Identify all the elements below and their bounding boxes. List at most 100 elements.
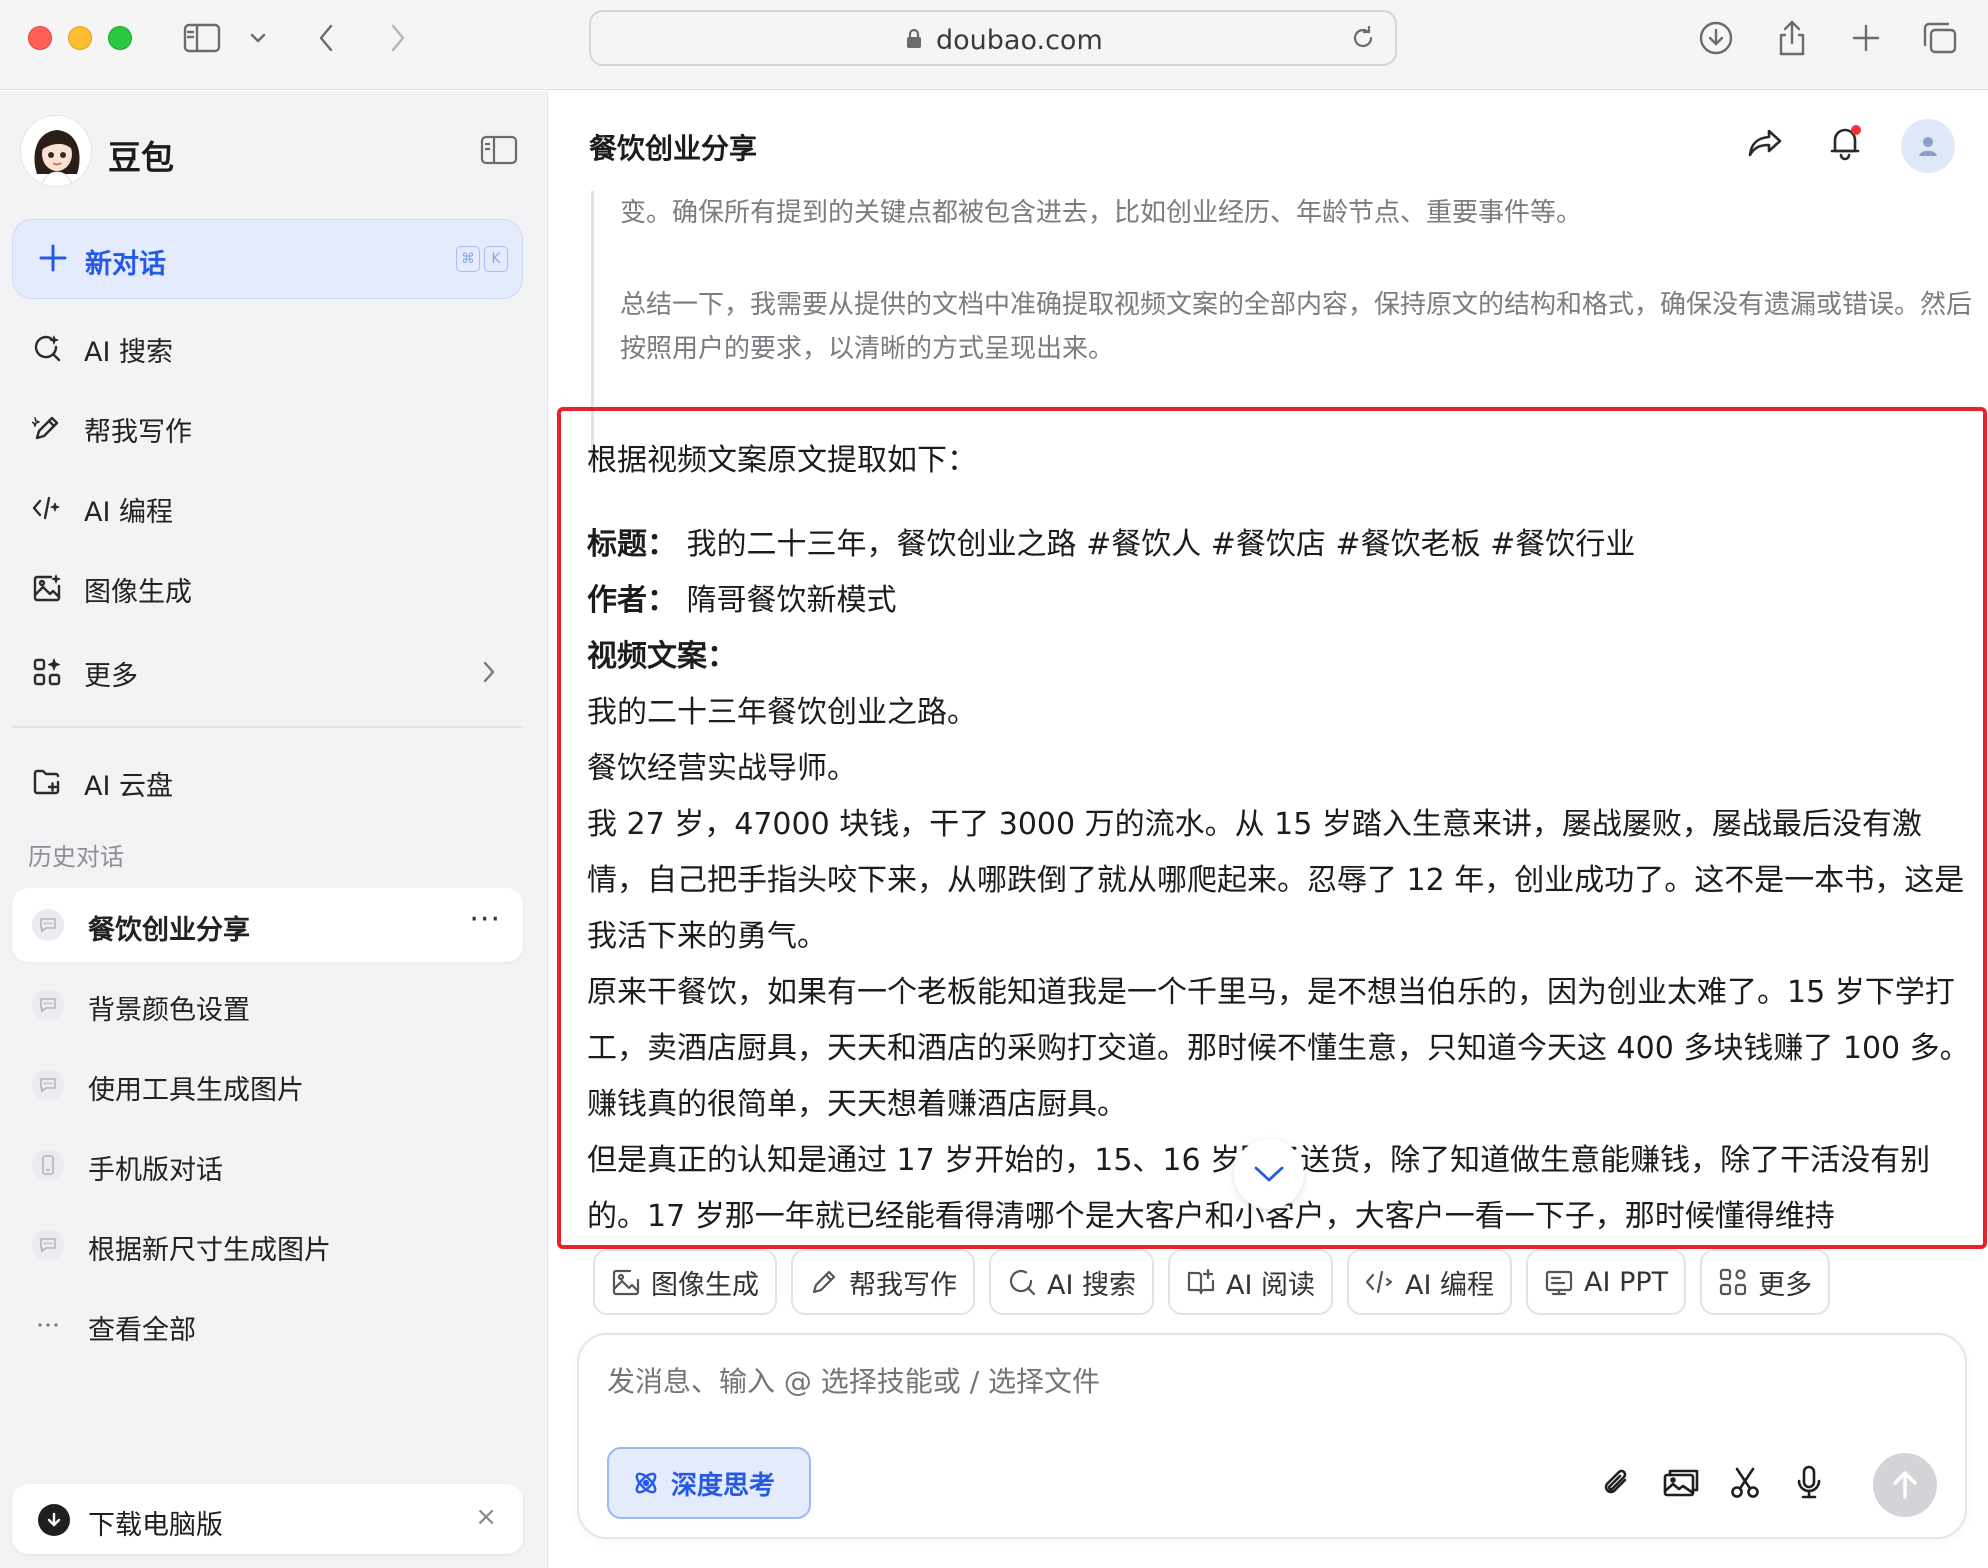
sidebar-item-cloud[interactable]: AI 云盘 xyxy=(12,749,523,813)
sidebar-item-label: 更多 xyxy=(84,661,138,692)
send-button[interactable] xyxy=(1873,1453,1937,1517)
chevron-down-icon[interactable] xyxy=(238,18,278,58)
sidebar-item-writing[interactable]: 帮我写作 xyxy=(12,395,523,459)
close-window-button[interactable] xyxy=(28,26,52,50)
code-icon xyxy=(1365,1270,1393,1294)
deep-think-toggle[interactable]: 深度思考 xyxy=(607,1447,811,1519)
message-input[interactable] xyxy=(607,1365,1807,1398)
search-sparkle-icon xyxy=(1009,1269,1036,1296)
chat-bubble-icon xyxy=(32,909,64,941)
reload-icon[interactable] xyxy=(1349,24,1377,56)
sidebar-item-coding[interactable]: AI 编程 xyxy=(12,475,523,539)
share-conversation-icon[interactable] xyxy=(1743,121,1787,165)
bell-icon[interactable] xyxy=(1823,121,1867,165)
grid-icon xyxy=(1720,1268,1747,1296)
sidebar-item-ai-search[interactable]: AI 搜索 xyxy=(12,315,523,379)
chip-ai-ppt[interactable]: AI PPT xyxy=(1526,1249,1687,1315)
deep-think-label: 深度思考 xyxy=(671,1470,776,1501)
chip-label: 帮我写作 xyxy=(849,1269,957,1301)
minimize-window-button[interactable] xyxy=(68,26,92,50)
url-text: doubao.com xyxy=(936,25,1103,56)
chip-label: AI 阅读 xyxy=(1226,1269,1316,1301)
scroll-to-bottom-button[interactable] xyxy=(1234,1139,1304,1209)
more-options-icon[interactable]: ··· xyxy=(469,902,501,937)
chip-writing[interactable]: 帮我写作 xyxy=(791,1249,975,1315)
answer-block-highlighted: 根据视频文案原文提取如下： 标题： 我的二十三年，餐饮创业之路 #餐饮人 #餐饮… xyxy=(557,407,1987,1249)
download-icon[interactable] xyxy=(1696,18,1736,58)
chip-label: AI 编程 xyxy=(1405,1269,1495,1301)
forward-button[interactable] xyxy=(378,18,418,58)
history-item[interactable]: 根据新尺寸生成图片 xyxy=(12,1208,523,1282)
view-all-history[interactable]: 查看全部 xyxy=(12,1288,523,1362)
atom-icon xyxy=(635,1472,657,1494)
share-icon[interactable] xyxy=(1772,18,1812,58)
brand-name: 豆包 xyxy=(108,138,174,177)
chip-more[interactable]: 更多 xyxy=(1700,1249,1831,1315)
paperclip-icon[interactable] xyxy=(1593,1459,1641,1507)
microphone-icon[interactable] xyxy=(1785,1459,1833,1507)
chip-ai-reading[interactable]: AI 阅读 xyxy=(1168,1249,1334,1315)
scissors-icon[interactable] xyxy=(1721,1459,1769,1507)
sidebar-divider xyxy=(12,726,523,728)
sidebar-item-label: 帮我写作 xyxy=(84,417,192,448)
author-value: 隋哥餐饮新模式 xyxy=(686,583,897,618)
answer-intro: 根据视频文案原文提取如下： xyxy=(587,443,977,478)
sidebar-toggle-icon[interactable] xyxy=(182,18,222,58)
history-item-label: 餐饮创业分享 xyxy=(88,915,250,946)
new-chat-button[interactable]: 新对话 ⌘ K xyxy=(12,219,523,299)
sidebar-item-label: AI 搜索 xyxy=(84,337,174,368)
chat-bubble-icon xyxy=(32,989,64,1021)
close-icon[interactable]: × xyxy=(475,1502,497,1532)
user-avatar[interactable] xyxy=(1901,119,1955,173)
chip-label: 图像生成 xyxy=(651,1269,759,1301)
sidebar-item-image-gen[interactable]: 图像生成 xyxy=(12,555,523,619)
shortcut-key-cmd: ⌘ xyxy=(456,246,480,272)
history-item[interactable]: 使用工具生成图片 xyxy=(12,1048,523,1122)
grid-icon xyxy=(32,657,62,691)
sidebar-item-more[interactable]: 更多 xyxy=(12,639,523,703)
history-item-label: 背景颜色设置 xyxy=(88,995,250,1026)
sidebar-item-label: AI 编程 xyxy=(84,497,174,528)
notification-dot xyxy=(1851,125,1861,135)
chat-bubble-icon xyxy=(32,1229,64,1261)
conversation-title: 餐饮创业分享 xyxy=(589,132,758,165)
script-key: 视频文案： xyxy=(587,639,737,674)
image-icon xyxy=(32,573,62,607)
collapse-sidebar-icon[interactable] xyxy=(480,135,518,169)
history-item[interactable]: 背景颜色设置 xyxy=(12,968,523,1042)
script-line: 餐饮经营实战导师。 xyxy=(587,751,857,786)
chip-ai-coding[interactable]: AI 编程 xyxy=(1347,1249,1513,1315)
script-line: 我的二十三年餐饮创业之路。 xyxy=(587,695,977,730)
script-paragraph: 原来干餐饮，如果有一个老板能知道我是一个千里马，是不想当伯乐的，因为创业太难了。… xyxy=(587,975,1970,1122)
image-upload-icon[interactable] xyxy=(1657,1459,1705,1507)
history-item-label: 查看全部 xyxy=(88,1315,196,1346)
history-item[interactable]: 手机版对话 xyxy=(12,1128,523,1202)
slides-icon xyxy=(1545,1270,1573,1296)
chevron-right-icon xyxy=(481,659,497,689)
search-sparkle-icon xyxy=(32,333,62,367)
maximize-window-button[interactable] xyxy=(108,26,132,50)
download-label: 下载电脑版 xyxy=(88,1510,223,1541)
chip-label: AI 搜索 xyxy=(1047,1269,1137,1301)
ellipsis-icon xyxy=(32,1309,64,1341)
history-item-active[interactable]: 餐饮创业分享 ··· xyxy=(12,888,523,962)
new-chat-label: 新对话 xyxy=(85,249,166,280)
avatar[interactable] xyxy=(20,115,92,187)
lock-icon xyxy=(905,28,923,54)
chip-image-gen[interactable]: 图像生成 xyxy=(593,1249,777,1315)
back-button[interactable] xyxy=(306,18,346,58)
image-icon xyxy=(612,1269,640,1296)
new-tab-icon[interactable] xyxy=(1846,18,1886,58)
title-key: 标题： xyxy=(587,527,677,562)
chip-label: 更多 xyxy=(1758,1269,1813,1301)
address-bar[interactable]: doubao.com xyxy=(589,10,1397,66)
plus-icon xyxy=(37,242,69,278)
chat-bubble-icon xyxy=(32,1069,64,1101)
thinking-text: 总结一下，我需要从提供的文档中准确提取视频文案的全部内容，保持原文的结构和格式，… xyxy=(620,290,1973,364)
tab-overview-icon[interactable] xyxy=(1920,18,1960,58)
chip-ai-search[interactable]: AI 搜索 xyxy=(989,1249,1155,1315)
author-key: 作者： xyxy=(587,583,677,618)
download-desktop-banner[interactable]: 下载电脑版 × xyxy=(12,1484,523,1554)
sidebar: 豆包 新对话 ⌘ K AI 搜索 帮我写作 AI 编程 图像生成 更多 AI 云… xyxy=(0,91,548,1568)
browser-toolbar: doubao.com xyxy=(0,0,1988,90)
